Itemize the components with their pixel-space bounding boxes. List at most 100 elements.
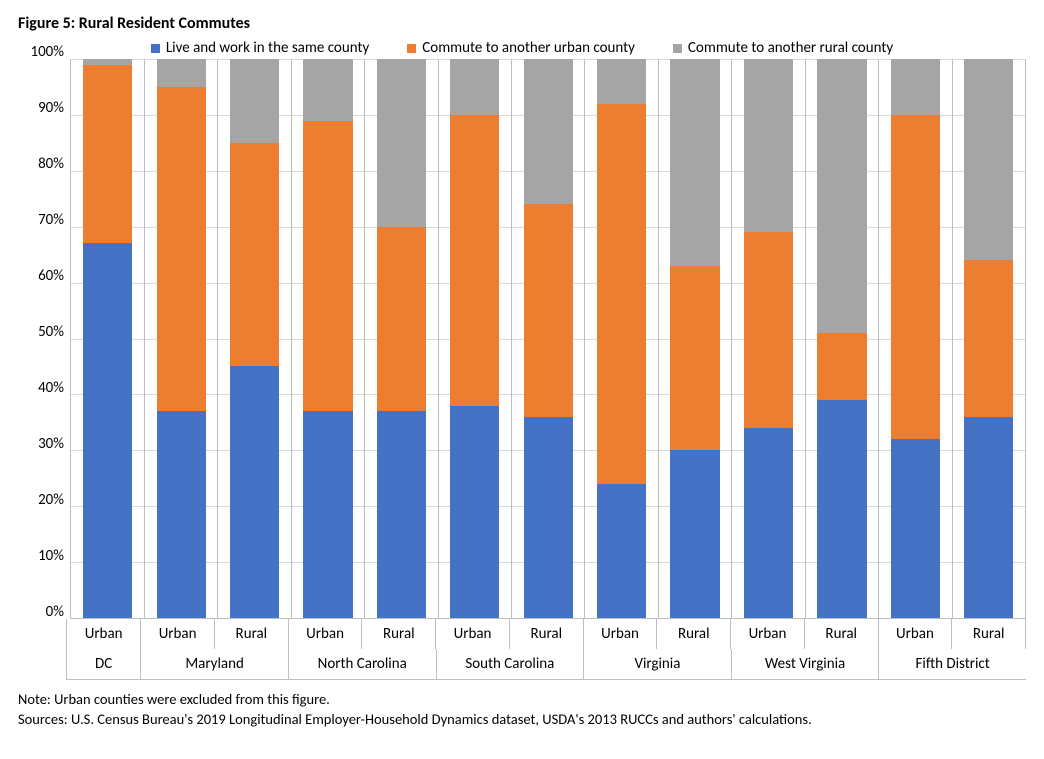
x-sublabel: Rural xyxy=(214,619,288,649)
x-axis-group-labels: DCMarylandNorth CarolinaSouth CarolinaVi… xyxy=(66,649,1026,680)
stacked-bar xyxy=(303,59,352,618)
stacked-bar xyxy=(964,59,1013,618)
axis-group: UrbanRural xyxy=(730,619,877,649)
bar-group xyxy=(584,59,731,618)
stacked-bar xyxy=(597,59,646,618)
x-sublabel: Urban xyxy=(289,619,362,649)
bar-segment xyxy=(670,450,719,618)
legend-item: Live and work in the same county xyxy=(151,39,369,57)
x-sublabel: Urban xyxy=(141,619,214,649)
legend-label: Commute to another rural county xyxy=(688,39,893,57)
bar-segment xyxy=(597,104,646,484)
bar-segment xyxy=(744,232,793,428)
chart-title: Figure 5: Rural Resident Commutes xyxy=(18,14,1026,33)
x-group-label: Fifth District xyxy=(878,649,1026,680)
x-sublabel: Rural xyxy=(804,619,878,649)
axis-group: UrbanRural xyxy=(140,619,287,649)
y-axis: 100%90%80%70%60%50%40%30%20%10%0% xyxy=(22,59,70,619)
bar-subgroup xyxy=(952,59,1025,618)
bar-segment xyxy=(230,59,279,143)
bar-segment xyxy=(377,227,426,411)
bar-segment xyxy=(377,411,426,618)
x-sublabel: Urban xyxy=(67,619,140,649)
bar-segment xyxy=(817,59,866,333)
bar-segment xyxy=(303,121,352,412)
stacked-bar xyxy=(230,59,279,618)
bar-segment xyxy=(303,411,352,618)
source-text: Sources: U.S. Census Bureau's 2019 Longi… xyxy=(18,710,1026,730)
chart-area: 100%90%80%70%60%50%40%30%20%10%0% xyxy=(22,59,1026,619)
chart-notes: Note: Urban counties were excluded from … xyxy=(18,690,1026,729)
bar-group xyxy=(144,59,291,618)
bar-segment xyxy=(964,260,1013,417)
axis-group: UrbanRural xyxy=(583,619,730,649)
legend-swatch xyxy=(151,44,160,53)
bar-segment xyxy=(744,428,793,618)
bar-group xyxy=(438,59,585,618)
x-axis-sublabels: UrbanUrbanRuralUrbanRuralUrbanRuralUrban… xyxy=(66,619,1026,649)
bar-segment xyxy=(524,59,573,204)
axis-group: Urban xyxy=(66,619,140,649)
bar-segment xyxy=(83,243,133,618)
legend-label: Commute to another urban county xyxy=(422,39,635,57)
legend-item: Commute to another urban county xyxy=(407,39,635,57)
bar-segment xyxy=(744,59,793,232)
bar-segment xyxy=(157,59,206,87)
bar-segment xyxy=(817,333,866,400)
bar-segment xyxy=(524,417,573,618)
stacked-bar xyxy=(670,59,719,618)
bar-subgroup xyxy=(879,59,951,618)
bar-segment xyxy=(597,484,646,618)
bar-subgroup xyxy=(439,59,511,618)
legend-swatch xyxy=(673,44,682,53)
x-sublabel: Urban xyxy=(879,619,952,649)
stacked-bar xyxy=(524,59,573,618)
note-text: Note: Urban counties were excluded from … xyxy=(18,690,1026,710)
bar-segment xyxy=(450,115,499,406)
bar-segment xyxy=(891,59,940,115)
stacked-bar xyxy=(157,59,206,618)
bar-subgroup xyxy=(145,59,217,618)
bar-group xyxy=(731,59,878,618)
x-group-label: South Carolina xyxy=(436,649,584,680)
stacked-bar xyxy=(377,59,426,618)
bar-segment xyxy=(377,59,426,227)
bar-subgroup xyxy=(292,59,364,618)
bar-segment xyxy=(597,59,646,104)
bar-segment xyxy=(670,266,719,450)
axis-group: UrbanRural xyxy=(878,619,1026,649)
stacked-bar xyxy=(83,59,133,618)
bar-segment xyxy=(157,87,206,411)
bar-group xyxy=(878,59,1026,618)
x-sublabel: Urban xyxy=(436,619,509,649)
axis-group: UrbanRural xyxy=(435,619,582,649)
stacked-bar xyxy=(744,59,793,618)
x-sublabel: Rural xyxy=(509,619,583,649)
bar-segment xyxy=(524,204,573,416)
bar-segment xyxy=(964,417,1013,618)
legend-item: Commute to another rural county xyxy=(673,39,893,57)
plot-area xyxy=(70,59,1026,619)
bar-segment xyxy=(83,65,133,244)
stacked-bar xyxy=(891,59,940,618)
bar-segment xyxy=(230,143,279,367)
legend-swatch xyxy=(407,44,416,53)
legend-label: Live and work in the same county xyxy=(166,39,369,57)
stacked-bar xyxy=(450,59,499,618)
bar-segment xyxy=(817,400,866,618)
x-group-label: Maryland xyxy=(140,649,288,680)
x-group-label: Virginia xyxy=(583,649,731,680)
bar-subgroup xyxy=(71,59,144,618)
bar-group xyxy=(291,59,438,618)
bar-subgroup xyxy=(585,59,657,618)
x-sublabel: Urban xyxy=(731,619,804,649)
bar-subgroup xyxy=(805,59,878,618)
grid-line xyxy=(70,618,1026,619)
x-sublabel: Rural xyxy=(361,619,435,649)
bar-subgroup xyxy=(658,59,731,618)
bar-segment xyxy=(964,59,1013,260)
bar-segment xyxy=(450,406,499,618)
bar-subgroup xyxy=(732,59,804,618)
x-group-label: DC xyxy=(66,649,140,680)
bar-segment xyxy=(670,59,719,266)
